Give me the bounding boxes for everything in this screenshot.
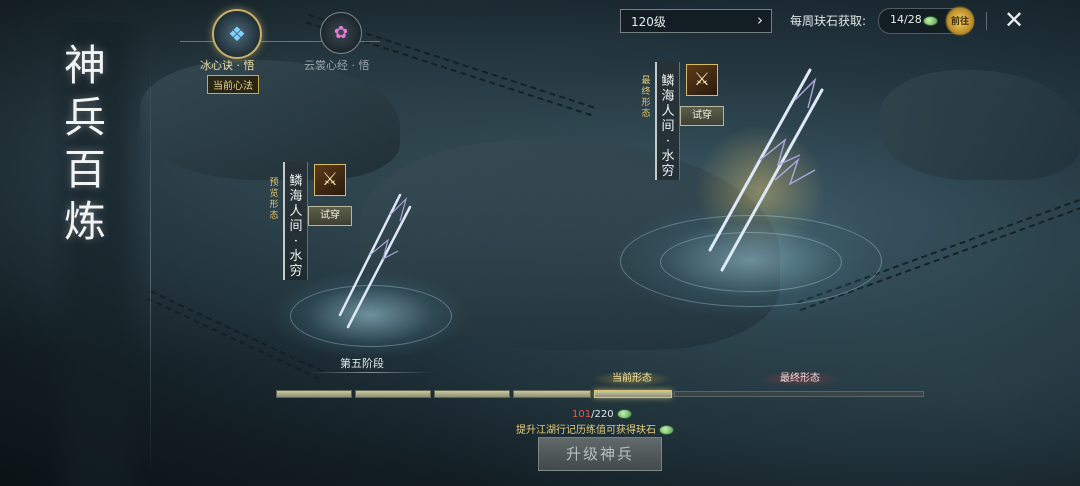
lotus-icon: ✿ bbox=[333, 23, 349, 43]
final-try-on-button[interactable]: 试穿 bbox=[680, 106, 724, 126]
stage-segment-current[interactable] bbox=[594, 390, 672, 398]
final-name-frame: 鳞海人间 · 水穷 bbox=[655, 62, 680, 180]
stage-segment[interactable] bbox=[434, 390, 510, 398]
ice-heart-icon: ❖ bbox=[228, 22, 246, 46]
hint-text: 提升江湖行记历练值可获得玞石 bbox=[516, 425, 656, 436]
upgrade-weapon-button[interactable]: 升级神兵 bbox=[538, 437, 662, 471]
method-label-ice-heart[interactable]: 冰心诀 · 悟 bbox=[200, 57, 255, 73]
jade-stone-icon bbox=[616, 409, 632, 419]
final-skin-icon[interactable]: ⚔ bbox=[686, 64, 718, 96]
method-label-cloud-dress[interactable]: 云裳心经 · 悟 bbox=[304, 57, 370, 73]
final-form-tag-bar: 最终形态 bbox=[758, 371, 842, 387]
close-icon: ✕ bbox=[1003, 6, 1025, 34]
page-title: 神 兵 百 炼 bbox=[64, 40, 134, 248]
current-method-badge: 当前心法 bbox=[207, 75, 259, 94]
jade-stone-icon bbox=[659, 425, 675, 435]
stage-underline bbox=[310, 372, 430, 373]
jade-stone-icon bbox=[923, 16, 938, 26]
weekly-stone-counter: 14/28 前往 bbox=[878, 6, 975, 36]
current-form-tag: 当前形态 bbox=[592, 371, 672, 387]
close-button[interactable]: ✕ bbox=[1002, 8, 1026, 32]
preview-skin-icon[interactable]: ⚔ bbox=[314, 164, 346, 196]
chevron-right-icon: › bbox=[757, 11, 763, 29]
title-char: 百 bbox=[64, 145, 107, 194]
preview-name-frame: 鳞海人间 · 水穷 bbox=[283, 162, 308, 280]
title-char: 神 bbox=[64, 41, 107, 90]
upgrade-hint: 提升江湖行记历练值可获得玞石 bbox=[516, 421, 675, 436]
level-value: 120级 bbox=[631, 15, 666, 29]
method-ice-heart[interactable]: ❖ bbox=[212, 9, 262, 59]
title-char: 兵 bbox=[64, 93, 107, 142]
stage-segment-remaining bbox=[674, 391, 924, 397]
preview-form-tag: 预览形态 bbox=[269, 178, 279, 221]
final-weapon-name: 鳞海人间 · 水穷 bbox=[661, 74, 675, 179]
progress-current: 101 bbox=[572, 409, 592, 420]
progress-total: /220 bbox=[591, 409, 614, 420]
method-cloud-dress[interactable]: ✿ bbox=[320, 12, 362, 54]
stage-label: 第五阶段 bbox=[340, 357, 384, 370]
preview-try-on-button[interactable]: 试穿 bbox=[308, 206, 352, 226]
final-form-tag: 最终形态 bbox=[641, 76, 651, 119]
stage-segment[interactable] bbox=[355, 390, 431, 398]
experience-progress: 101/220 bbox=[572, 409, 632, 420]
stage-segment[interactable] bbox=[276, 390, 352, 398]
weekly-stone-count: 14/28 bbox=[890, 13, 922, 26]
banner-divider bbox=[150, 60, 151, 480]
title-char: 炼 bbox=[64, 197, 107, 246]
weekly-go-label: 前往 bbox=[951, 17, 970, 27]
preview-weapon-name: 鳞海人间 · 水穷 bbox=[289, 174, 303, 279]
weekly-stone-label: 每周玞石获取: bbox=[790, 14, 867, 28]
level-selector[interactable]: 120级 › bbox=[620, 9, 772, 33]
weekly-go-button[interactable]: 前往 bbox=[945, 6, 975, 36]
header-divider bbox=[986, 12, 987, 30]
stage-segment[interactable] bbox=[513, 390, 591, 398]
